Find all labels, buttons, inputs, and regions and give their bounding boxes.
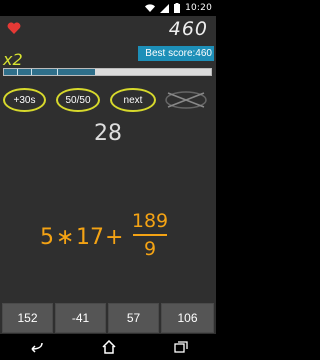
operator-plus: + bbox=[105, 225, 124, 250]
recents-icon[interactable] bbox=[173, 341, 188, 353]
plus-time-button[interactable]: +30s bbox=[3, 88, 46, 112]
answer-options: 152 -41 57 106 bbox=[2, 303, 214, 333]
home-icon[interactable] bbox=[101, 340, 117, 354]
best-score-badge: Best score:460 bbox=[138, 46, 214, 61]
status-time: 10:20 bbox=[185, 3, 212, 13]
operand-a: 5 bbox=[40, 225, 54, 250]
progress-tick bbox=[17, 69, 18, 75]
operator-multiply: ∗ bbox=[56, 225, 75, 250]
fraction-bar bbox=[133, 234, 167, 236]
navigation-bar bbox=[0, 334, 216, 360]
time-progress-bar bbox=[3, 68, 212, 76]
answer-button[interactable]: 152 bbox=[2, 303, 53, 333]
game-screen: 460 Best score:460 x2 +30s 50/50 next 28… bbox=[0, 16, 216, 334]
heart-icon bbox=[7, 22, 21, 34]
math-expression: 5 ∗ 17 + 189 9 bbox=[0, 207, 216, 267]
answer-button[interactable]: 57 bbox=[108, 303, 159, 333]
score-value: 460 bbox=[168, 18, 208, 40]
powerups-row: +30s 50/50 next bbox=[0, 88, 216, 112]
multiplier-label: x2 bbox=[3, 50, 23, 69]
battery-icon bbox=[174, 3, 181, 13]
next-button[interactable]: next bbox=[110, 88, 156, 112]
status-bar: 10:20 bbox=[0, 0, 216, 16]
back-icon[interactable] bbox=[28, 341, 44, 353]
operand-b: 17 bbox=[76, 225, 104, 250]
answer-button[interactable]: 106 bbox=[161, 303, 214, 333]
fraction-numerator: 189 bbox=[131, 210, 169, 232]
progress-tick bbox=[31, 69, 32, 75]
countdown-timer: 28 bbox=[94, 121, 122, 146]
fifty-fifty-button[interactable]: 50/50 bbox=[56, 88, 100, 112]
wifi-icon bbox=[145, 3, 156, 12]
answer-button[interactable]: -41 bbox=[55, 303, 106, 333]
fraction: 189 9 bbox=[131, 209, 169, 261]
fraction-denominator: 9 bbox=[143, 238, 157, 260]
progress-tick bbox=[57, 69, 58, 75]
signal-icon bbox=[160, 3, 170, 13]
crossed-out-icon bbox=[165, 91, 207, 109]
